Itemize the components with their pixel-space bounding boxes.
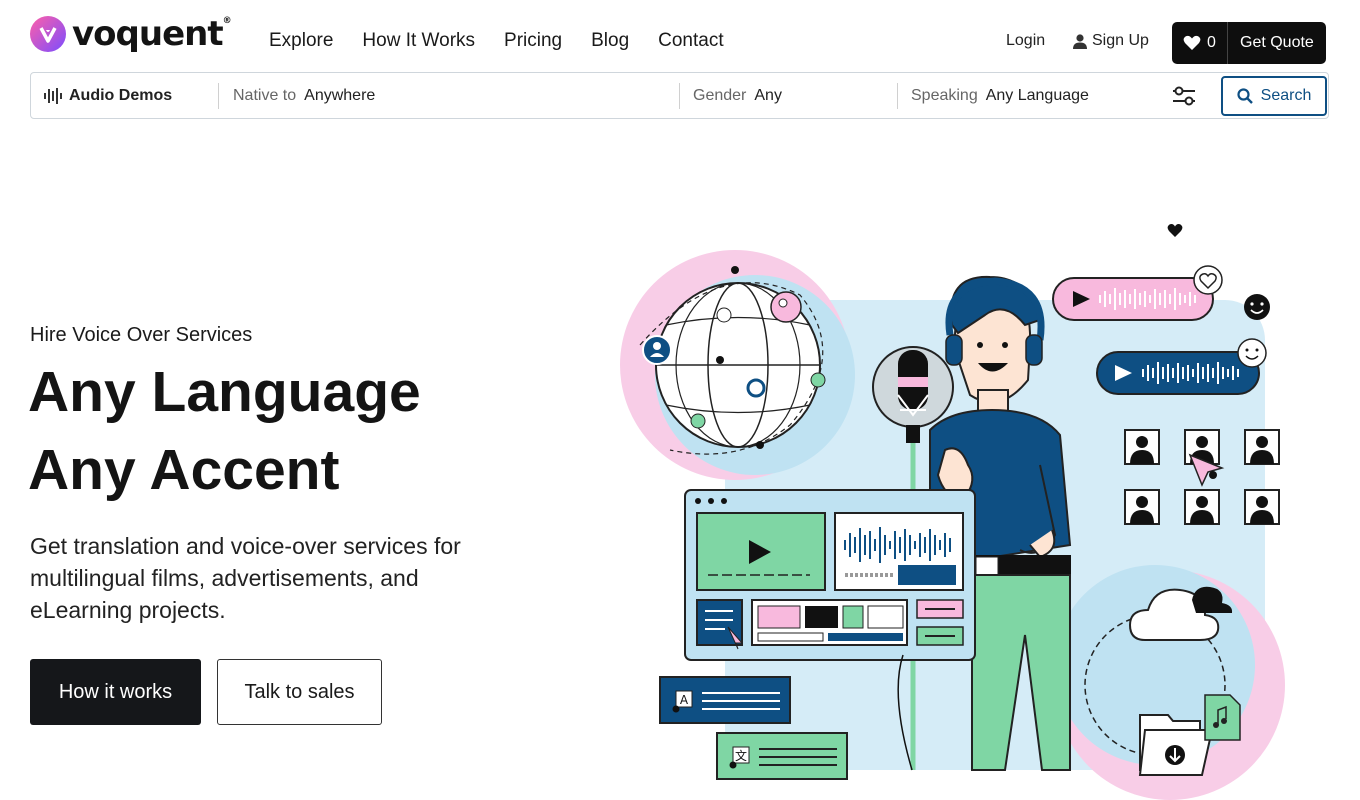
heart-icon <box>1183 35 1201 50</box>
audio-player-pink <box>1052 265 1223 321</box>
main-nav: Explore How It Works Pricing Blog Contac… <box>269 30 724 52</box>
gender-label: Gender <box>693 86 747 104</box>
divider <box>218 83 219 109</box>
smiley-icon <box>1244 294 1270 320</box>
signup-link[interactable]: Sign Up <box>1072 32 1149 50</box>
search-icon <box>1237 88 1253 104</box>
hero-illustration: A 文 <box>620 224 1285 800</box>
get-quote-button[interactable]: Get Quote <box>1228 22 1326 64</box>
hero-title-line2: Any Accent <box>28 438 340 502</box>
logo-text: voquent® <box>72 14 232 54</box>
gender-value: Any <box>754 86 782 104</box>
search-button-label: Search <box>1260 87 1312 104</box>
filter-sliders-icon[interactable] <box>1171 85 1197 112</box>
nav-explore[interactable]: Explore <box>269 30 333 52</box>
heart-icon <box>1167 224 1183 237</box>
search-button[interactable]: Search <box>1221 76 1327 116</box>
quote-group: 0 Get Quote <box>1172 22 1326 64</box>
editor-window <box>684 489 976 661</box>
divider <box>897 83 898 109</box>
audio-demos-toggle[interactable]: Audio Demos <box>43 73 172 118</box>
how-it-works-button[interactable]: How it works <box>30 659 201 725</box>
hero-subtitle: Get translation and voice-over services … <box>30 533 461 623</box>
talk-to-sales-button[interactable]: Talk to sales <box>217 659 382 725</box>
hero-eyebrow: Hire Voice Over Services <box>30 324 253 346</box>
nav-blog[interactable]: Blog <box>591 30 629 52</box>
logo[interactable]: voquent® <box>30 14 232 54</box>
nav-contact[interactable]: Contact <box>658 30 723 52</box>
favorites-count: 0 <box>1207 34 1216 51</box>
logo-mark-icon <box>30 16 66 52</box>
speaking-label: Speaking <box>911 86 978 104</box>
signup-label: Sign Up <box>1092 32 1149 49</box>
waveform-icon <box>44 87 62 104</box>
nav-pricing[interactable]: Pricing <box>504 30 562 52</box>
search-bar: Audio Demos Native to Anywhere Gender An… <box>30 72 1329 119</box>
svg-text:A: A <box>680 693 689 707</box>
translation-card-wen: 文 <box>716 732 848 780</box>
divider <box>679 83 680 109</box>
speaking-field[interactable]: Speaking Any Language <box>911 73 1161 118</box>
svg-text:文: 文 <box>735 748 747 763</box>
native-to-value: Anywhere <box>304 86 376 104</box>
translation-card-a: A <box>659 676 791 724</box>
user-icon <box>1073 34 1087 49</box>
hero-title-line1: Any Language <box>28 360 421 424</box>
audio-demos-label: Audio Demos <box>69 86 173 104</box>
native-to-field[interactable]: Native to Anywhere <box>233 73 673 118</box>
nav-how-it-works[interactable]: How It Works <box>362 30 475 52</box>
gender-field[interactable]: Gender Any <box>693 73 893 118</box>
site-header: voquent® Explore How It Works Pricing Bl… <box>0 0 1360 72</box>
speaking-value: Any Language <box>985 86 1089 104</box>
favorites-button[interactable]: 0 <box>1172 22 1228 64</box>
login-link[interactable]: Login <box>1006 32 1045 50</box>
native-to-label: Native to <box>233 86 297 104</box>
